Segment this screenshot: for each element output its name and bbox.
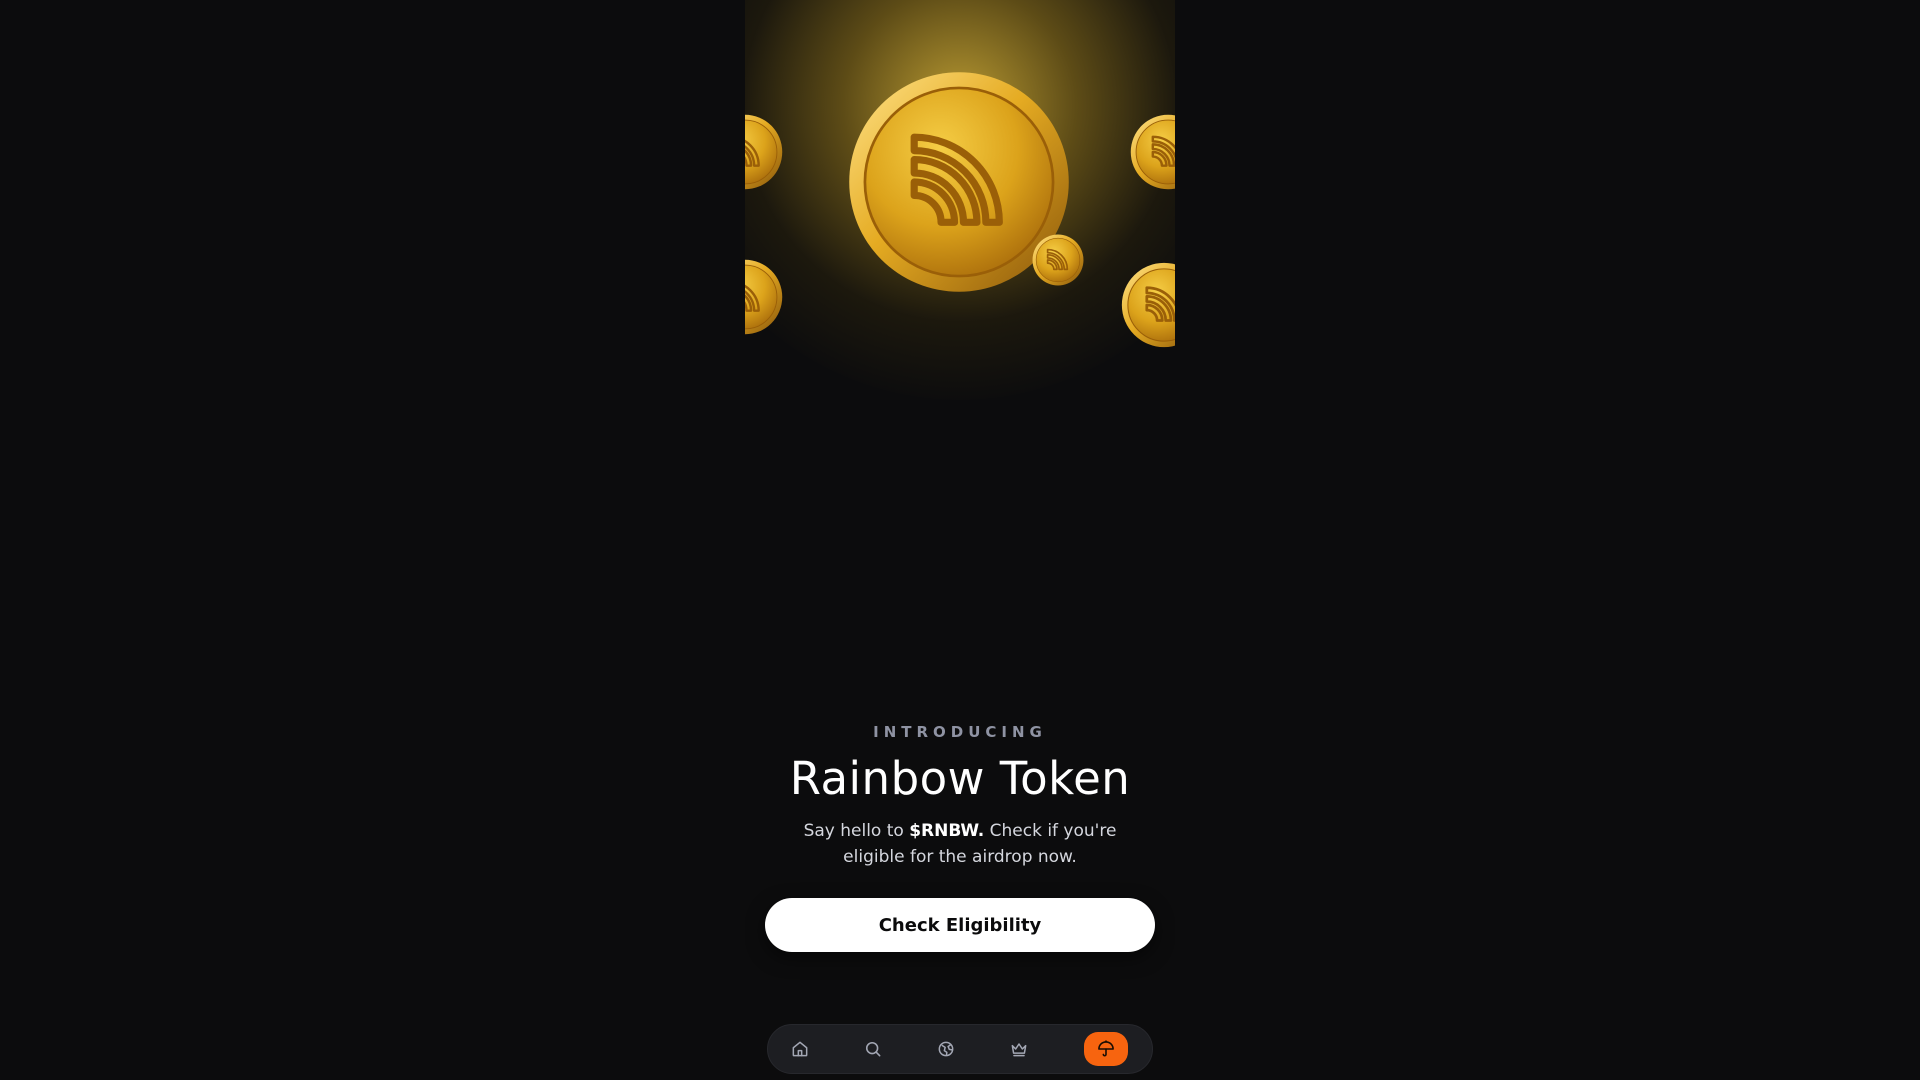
home-icon — [792, 1041, 808, 1057]
bottom-nav — [767, 1024, 1153, 1074]
globe-icon — [938, 1041, 954, 1057]
rainbow-token-coin-icon — [1130, 114, 1175, 190]
rainbow-token-coin-icon — [1121, 262, 1175, 348]
check-eligibility-button[interactable]: Check Eligibility — [765, 898, 1155, 952]
app-screen: INTRODUCING Rainbow Token Say hello to $… — [745, 0, 1175, 1080]
nav-item-home[interactable] — [778, 1032, 822, 1066]
nav-item-discover[interactable] — [924, 1032, 968, 1066]
nav-item-search[interactable] — [851, 1032, 895, 1066]
token-ticker: $RNBW. — [909, 821, 985, 841]
nav-item-leaderboard[interactable] — [997, 1032, 1041, 1066]
crown-icon — [1011, 1043, 1027, 1057]
rainbow-token-coin-icon — [745, 259, 783, 335]
nav-item-airdrop[interactable] — [1084, 1032, 1128, 1066]
search-icon — [865, 1041, 881, 1057]
umbrella-icon — [1098, 1040, 1114, 1057]
subtitle-prefix: Say hello to — [803, 821, 910, 841]
hero-subtitle: Say hello to $RNBW. Check if you're elig… — [785, 818, 1135, 870]
eyebrow-label: INTRODUCING — [873, 723, 1047, 741]
rainbow-token-coin-icon — [1032, 234, 1084, 286]
page-title: Rainbow Token — [789, 752, 1131, 805]
hero-illustration — [745, 0, 1175, 460]
rainbow-token-coin-icon — [745, 114, 783, 190]
